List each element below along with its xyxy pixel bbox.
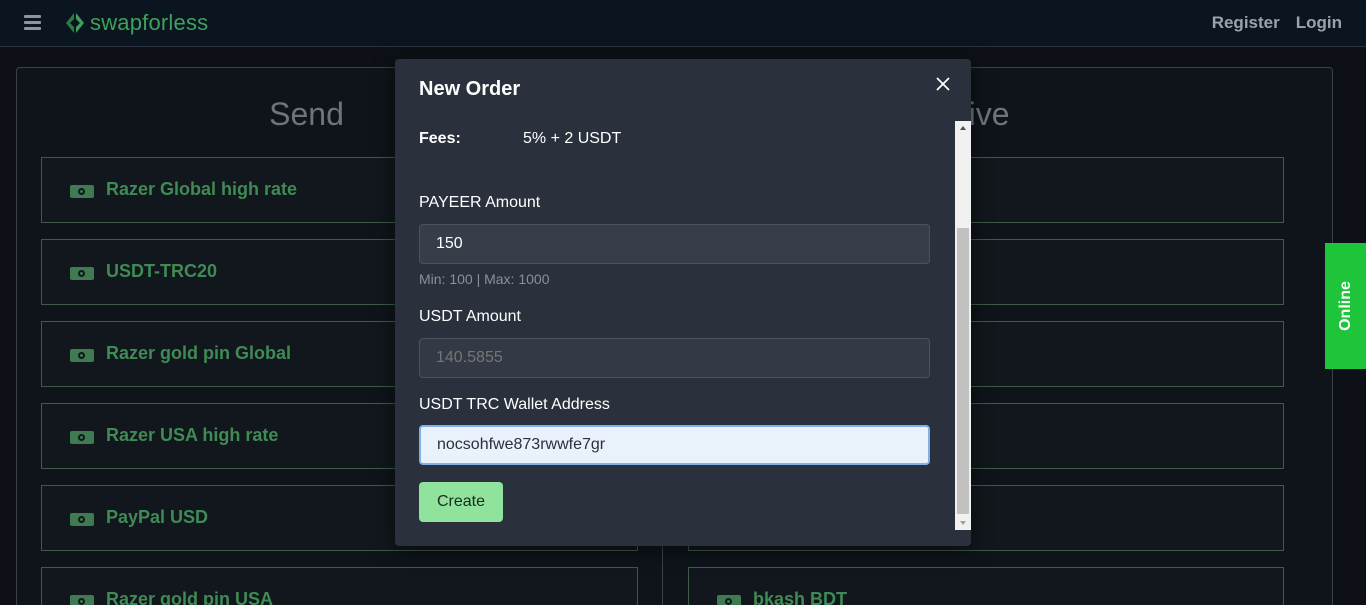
new-order-modal: New Order Fees: 5% + 2 USDT PAYEER Amoun… xyxy=(395,59,971,546)
payeer-amount-input[interactable] xyxy=(419,224,930,264)
send-method-label: USDT-TRC20 xyxy=(106,261,218,281)
usdt-amount-input xyxy=(419,338,930,378)
wallet-address-label: USDT TRC Wallet Address xyxy=(419,396,610,413)
send-method-label: PayPal USD xyxy=(106,507,209,527)
money-icon xyxy=(70,185,94,198)
scroll-down-arrow-icon[interactable] xyxy=(955,516,971,530)
money-icon xyxy=(70,431,94,444)
money-icon xyxy=(70,349,94,362)
wallet-address-input[interactable] xyxy=(419,425,930,465)
money-icon xyxy=(717,595,741,605)
register-link[interactable]: Register xyxy=(1212,13,1280,33)
send-method-label: Razer gold pin USA xyxy=(106,589,274,605)
fees-label: Fees: xyxy=(419,130,461,147)
top-navbar: swapforless Register Login xyxy=(0,0,1366,47)
send-method-label: Razer Global high rate xyxy=(106,179,298,199)
brand-logo[interactable]: swapforless xyxy=(62,9,208,37)
create-order-button[interactable]: Create xyxy=(419,482,503,522)
scroll-thumb[interactable] xyxy=(957,228,969,514)
online-status-tab[interactable]: Online xyxy=(1325,243,1366,369)
money-icon xyxy=(70,595,94,605)
brand-name: swapforless xyxy=(90,10,209,35)
send-method-label: Razer gold pin Global xyxy=(106,343,292,363)
hamburger-menu-icon[interactable] xyxy=(24,15,41,30)
payeer-amount-label: PAYEER Amount xyxy=(419,194,541,211)
send-method-label: Razer USA high rate xyxy=(106,425,279,445)
scroll-up-arrow-icon[interactable] xyxy=(955,121,971,135)
modal-body: Fees: 5% + 2 USDT PAYEER Amount Min: 100… xyxy=(395,121,971,531)
modal-title: New Order xyxy=(419,78,521,100)
online-label: Online xyxy=(1336,281,1354,331)
send-method-item[interactable]: Razer gold pin USA xyxy=(41,567,638,605)
payeer-amount-hint: Min: 100 | Max: 1000 xyxy=(419,271,550,287)
usdt-amount-label: USDT Amount xyxy=(419,308,521,325)
money-icon xyxy=(70,513,94,526)
modal-scrollbar[interactable] xyxy=(955,121,971,530)
close-icon[interactable] xyxy=(933,74,953,94)
receive-method-item[interactable]: bkash BDT xyxy=(688,567,1284,605)
login-link[interactable]: Login xyxy=(1296,13,1342,33)
money-icon xyxy=(70,267,94,280)
fees-value: 5% + 2 USDT xyxy=(523,130,622,147)
receive-method-label: bkash BDT xyxy=(753,589,848,605)
swapforless-logo-icon xyxy=(66,13,84,33)
